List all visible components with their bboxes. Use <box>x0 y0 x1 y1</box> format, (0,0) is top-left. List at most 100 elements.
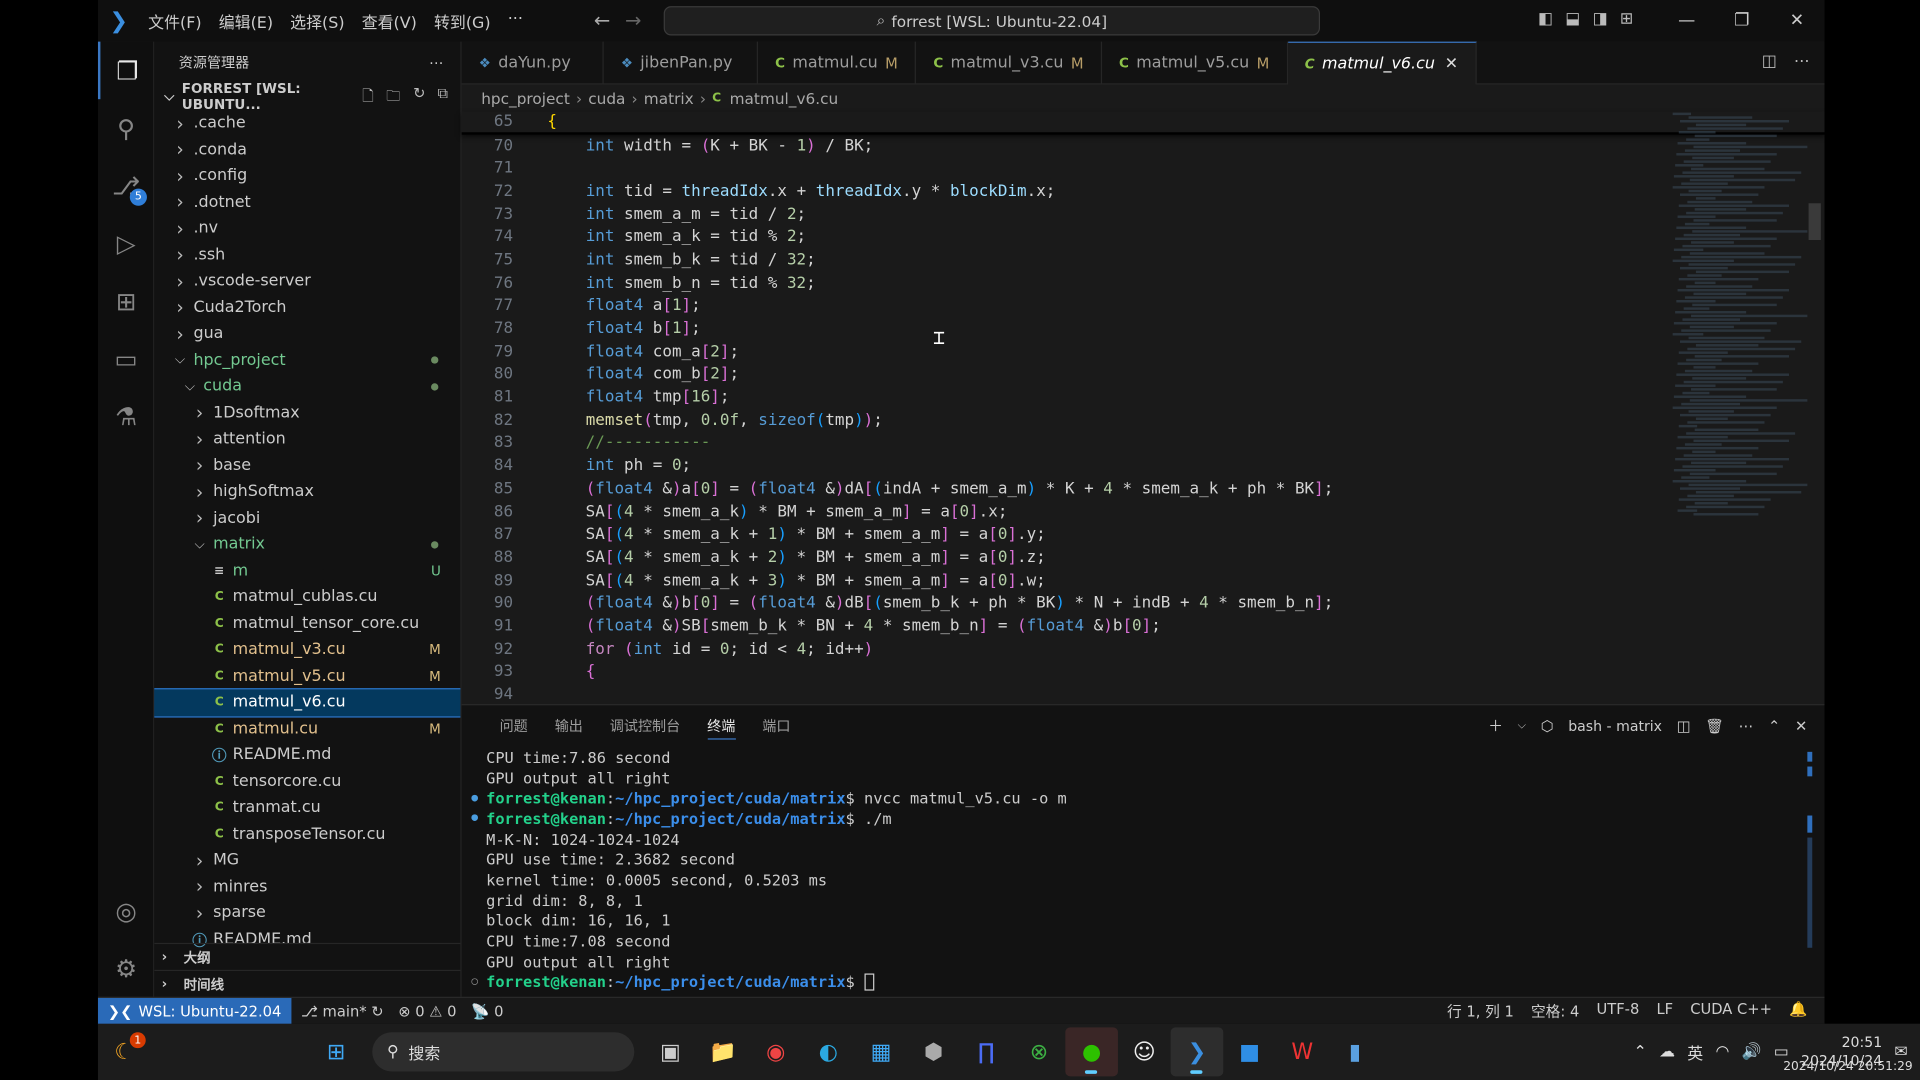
store-icon[interactable]: ▦ <box>855 1027 908 1076</box>
outline-section[interactable]: › 大纲 <box>154 942 461 970</box>
tree-folder[interactable]: › sparse <box>154 900 460 926</box>
command-decoration-icon[interactable]: ● <box>471 792 486 804</box>
customize-layout-icon[interactable]: ⊞ <box>1620 10 1633 28</box>
collapse-all-icon[interactable]: ⧉ <box>438 84 449 110</box>
code-line[interactable]: 87 SA[(4 * smem_a_k + 1) * BM + smem_a_m… <box>462 523 1825 546</box>
code-line[interactable]: 81 float4 tmp[16]; <box>462 386 1825 409</box>
terminal-dropdown-icon[interactable]: ⌵ <box>1518 719 1526 731</box>
new-folder-icon[interactable]: 🗀 <box>386 84 401 110</box>
editor-tab[interactable]: Cmatmul_v5.cu M <box>1102 41 1288 85</box>
editor-tab[interactable]: Cmatmul.cu M <box>758 41 917 85</box>
editor-tab[interactable]: ❖ daYun.py <box>462 41 604 85</box>
tree-file[interactable]: Cmatmul_cublas.cu <box>154 584 460 610</box>
maximize-panel-icon[interactable]: ⌃ <box>1768 717 1780 734</box>
code-line[interactable]: 77 float4 a[1]; <box>462 294 1825 317</box>
notifications-bell-icon[interactable]: 🔔 <box>1789 1000 1807 1021</box>
encoding[interactable]: UTF-8 <box>1596 1000 1639 1021</box>
cursor-position[interactable]: 行 1, 列 1 <box>1447 1000 1514 1021</box>
terminal-output[interactable]: CPU time:7.86 second GPU output all right… <box>462 747 1825 992</box>
breadcrumb-item[interactable]: matrix <box>644 89 694 107</box>
explorer-more-icon[interactable]: ⋯ <box>429 54 443 71</box>
close-window-button[interactable]: ✕ <box>1769 0 1824 42</box>
ime-indicator[interactable]: 英 <box>1687 1040 1703 1063</box>
testing-icon[interactable]: ⚗ <box>98 387 154 445</box>
editor-tab[interactable]: ❖ jibenPan.py <box>604 41 758 85</box>
edge-icon[interactable]: ◐ <box>802 1027 855 1076</box>
tree-folder[interactable]: ⌵ hpc_project <box>154 347 460 373</box>
tree-folder[interactable]: › .nv <box>154 216 460 242</box>
menu-file[interactable]: 文件(F) <box>140 9 211 32</box>
tree-folder[interactable]: › minres <box>154 874 460 900</box>
breadcrumb-item[interactable]: matmul_v6.cu <box>730 89 839 107</box>
code-line[interactable]: 91 (float4 &)SB[smem_b_k * BN + 4 * smem… <box>462 615 1825 638</box>
tree-folder[interactable]: › .vscode-server <box>154 268 460 294</box>
tree-file[interactable]: Ctranmat.cu <box>154 795 460 821</box>
code-line[interactable]: 72 int tid = threadIdx.x + threadIdx.y *… <box>462 180 1825 203</box>
app-terminal-icon[interactable]: ▮ <box>1329 1027 1382 1076</box>
sticky-scroll-line[interactable]: 65 { <box>461 111 1825 135</box>
tree-folder[interactable]: › .dotnet <box>154 189 460 215</box>
breadcrumb-item[interactable]: hpc_project <box>481 89 570 107</box>
tree-file[interactable]: CtransposeTensor.cu <box>154 821 460 847</box>
code-line[interactable]: 89 SA[(4 * smem_a_k + 3) * BM + smem_a_m… <box>462 569 1825 592</box>
new-file-icon[interactable]: 🗋 <box>362 84 374 110</box>
code-line[interactable]: 80 float4 com_b[2]; <box>462 363 1825 386</box>
code-line[interactable]: 82 memset(tmp, 0.0f, sizeof(tmp)); <box>462 409 1825 432</box>
tree-folder[interactable]: › highSoftmax <box>154 479 460 505</box>
tree-file[interactable]: Cmatmul_v3.cu M <box>154 637 460 663</box>
minimap[interactable] <box>1672 111 1808 704</box>
toggle-sidebar-icon[interactable]: ◧ <box>1538 10 1553 28</box>
vscode-taskbar-icon[interactable]: ❯ <box>1170 1027 1224 1077</box>
wps-icon[interactable]: W <box>1276 1027 1329 1076</box>
file-explorer-icon[interactable]: 📁 <box>697 1027 750 1076</box>
remote-indicator[interactable]: ❯❮ WSL: Ubuntu-22.04 <box>97 997 292 1025</box>
code-line[interactable]: 88 SA[(4 * smem_a_k + 2) * BM + smem_a_m… <box>462 546 1825 569</box>
accounts-icon[interactable]: ◎ <box>98 882 154 940</box>
code-line[interactable]: 75 int smem_b_k = tid / 32; <box>462 249 1825 272</box>
tree-file[interactable]: Cmatmul.cu M <box>154 716 460 742</box>
code-line[interactable]: 83 //----------- <box>462 432 1825 455</box>
tree-folder[interactable]: › .ssh <box>154 242 460 268</box>
menu-view[interactable]: 查看(V) <box>353 9 425 32</box>
back-arrow-icon[interactable]: ← <box>594 9 610 32</box>
tree-folder[interactable]: › MG <box>154 847 460 873</box>
tree-file[interactable]: ⓘ README.md <box>154 742 460 768</box>
tree-folder[interactable]: ⌵ cuda <box>154 373 460 399</box>
editor-tab[interactable]: Cmatmul_v6.cu ✕ <box>1287 41 1477 85</box>
xbox-icon[interactable]: ⊗ <box>1013 1027 1066 1076</box>
tray-overflow-icon[interactable]: ⌃ <box>1634 1043 1647 1061</box>
tree-file[interactable]: ≡ m U <box>154 558 460 584</box>
new-terminal-icon[interactable]: ＋ <box>1488 715 1503 736</box>
tree-folder[interactable]: › .conda <box>154 137 460 163</box>
branch-indicator[interactable]: ⎇ main* ↻ <box>301 1002 384 1019</box>
search-view-icon[interactable]: ⚲ <box>98 99 154 157</box>
app-hexagon-icon[interactable]: ⬢ <box>907 1027 960 1076</box>
terminal-scrollbar[interactable] <box>1807 751 1813 991</box>
line-ending[interactable]: LF <box>1656 1000 1673 1021</box>
chrome-icon[interactable]: ◉ <box>749 1027 802 1076</box>
wifi-icon[interactable]: ◠ <box>1715 1043 1729 1061</box>
tree-folder[interactable]: › .cache <box>154 110 460 136</box>
tab-terminal[interactable]: 终端 <box>694 705 749 747</box>
toggle-panel-icon[interactable]: ⬓ <box>1565 10 1580 28</box>
timeline-section[interactable]: › 时间线 <box>154 969 461 997</box>
code-line[interactable]: 94 <box>462 684 1825 707</box>
tree-folder[interactable]: › .config <box>154 163 460 189</box>
tab-debug-console[interactable]: 调试控制台 <box>596 705 693 747</box>
tab-problems[interactable]: 问题 <box>486 705 541 747</box>
panel-more-icon[interactable]: ⋯ <box>1739 717 1754 734</box>
editor-more-icon[interactable]: ⋯ <box>1794 53 1810 71</box>
app-blue-icon[interactable]: ■ <box>1223 1027 1276 1076</box>
language-mode[interactable]: CUDA C++ <box>1690 1000 1772 1021</box>
tree-file[interactable]: Cmatmul_v6.cu <box>154 688 461 717</box>
code-line[interactable]: 76 int smem_b_n = tid % 32; <box>462 272 1825 295</box>
volume-icon[interactable]: 🔊 <box>1742 1043 1762 1061</box>
tab-output[interactable]: 输出 <box>541 705 596 747</box>
menu-selection[interactable]: 选择(S) <box>282 9 354 32</box>
wechat-icon[interactable]: ● <box>1065 1027 1118 1077</box>
workspace-root[interactable]: ⌵ FORREST [WSL: UBUNTU... 🗋 🗀 ↻ ⧉ <box>154 81 460 113</box>
taskbar-search[interactable]: ⚲ 搜索 <box>372 1032 635 1072</box>
command-decoration-icon[interactable]: ● <box>471 812 486 824</box>
restore-button[interactable]: ❐ <box>1714 0 1769 42</box>
menu-edit[interactable]: 编辑(E) <box>210 9 281 32</box>
